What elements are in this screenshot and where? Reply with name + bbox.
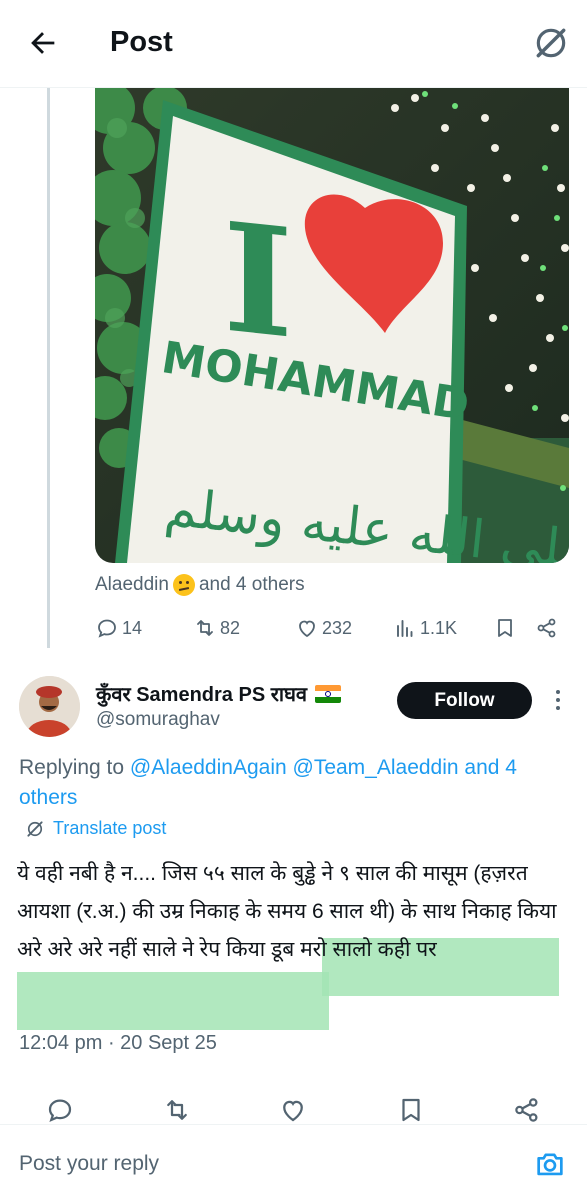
reply-composer-bar: Post your reply <box>0 1124 587 1200</box>
share-action[interactable] <box>535 616 562 640</box>
page-title: Post <box>110 26 173 58</box>
liker-count: and 4 others <box>198 574 305 595</box>
share-icon <box>537 618 556 638</box>
confused-face-emoji-icon <box>172 574 195 596</box>
camera-icon[interactable] <box>533 1147 567 1181</box>
india-flag-icon <box>315 684 342 703</box>
reply-action[interactable]: 14 <box>95 616 142 640</box>
repost-icon <box>197 620 213 636</box>
heart-icon <box>299 620 315 638</box>
author-display-name[interactable]: कुँवर Samendra PS राघव <box>96 680 342 707</box>
bookmark-action[interactable] <box>493 616 520 640</box>
translate-label: Translate post <box>53 818 167 838</box>
translate-post-link[interactable]: Translate post <box>25 818 166 839</box>
follow-button[interactable]: Follow <box>397 682 532 719</box>
heart-icon[interactable] <box>278 1095 308 1125</box>
repost-icon[interactable] <box>162 1095 192 1125</box>
bookmark-icon <box>498 619 512 637</box>
avatar[interactable] <box>19 676 80 737</box>
liker-name: Alaeddin <box>95 574 169 595</box>
post-image[interactable]: I MOHAMMAD صلى الله عليه وسلم <box>95 88 569 563</box>
bookmark-icon[interactable] <box>396 1095 426 1125</box>
thread-connector-line <box>47 88 50 648</box>
liked-by-line[interactable]: Alaeddin and 4 others <box>95 574 305 596</box>
grok-icon[interactable] <box>532 24 570 62</box>
grok-icon <box>27 820 43 837</box>
share-icon[interactable] <box>512 1095 542 1125</box>
reply-post-actions <box>0 1095 587 1125</box>
replying-prefix: Replying to <box>19 756 125 779</box>
more-options-icon[interactable] <box>548 686 568 716</box>
author-handle[interactable]: @somuraghav <box>96 709 220 731</box>
top-bar: Post <box>0 0 587 88</box>
repost-action[interactable]: 82 <box>193 616 240 640</box>
reply-icon <box>98 619 116 638</box>
replying-to-line: Replying to @AlaeddinAgain @Team_Alaeddi… <box>19 753 579 813</box>
reply-icon[interactable] <box>45 1095 75 1125</box>
reply-input[interactable]: Post your reply <box>19 1152 159 1176</box>
like-count: 232 <box>322 617 353 638</box>
like-action[interactable]: 232 <box>295 616 352 640</box>
views-count: 1.1K <box>420 617 458 638</box>
reply-count: 14 <box>122 617 143 638</box>
views-icon <box>397 620 413 637</box>
text-highlight-mark <box>17 972 329 1030</box>
views-action[interactable]: 1.1K <box>393 616 457 640</box>
post-timestamp[interactable]: 12:04 pm · 20 Sept 25 <box>19 1032 217 1055</box>
post-text: ये वही नबी है न.... जिस ५५ साल के बुड्ढे… <box>17 862 557 961</box>
parent-post-actions: 14 82 232 1.1K <box>95 616 565 646</box>
repost-count: 82 <box>220 617 241 638</box>
back-arrow-icon[interactable] <box>26 26 60 60</box>
author-name-text: कुँवर Samendra PS राघव <box>96 684 308 706</box>
